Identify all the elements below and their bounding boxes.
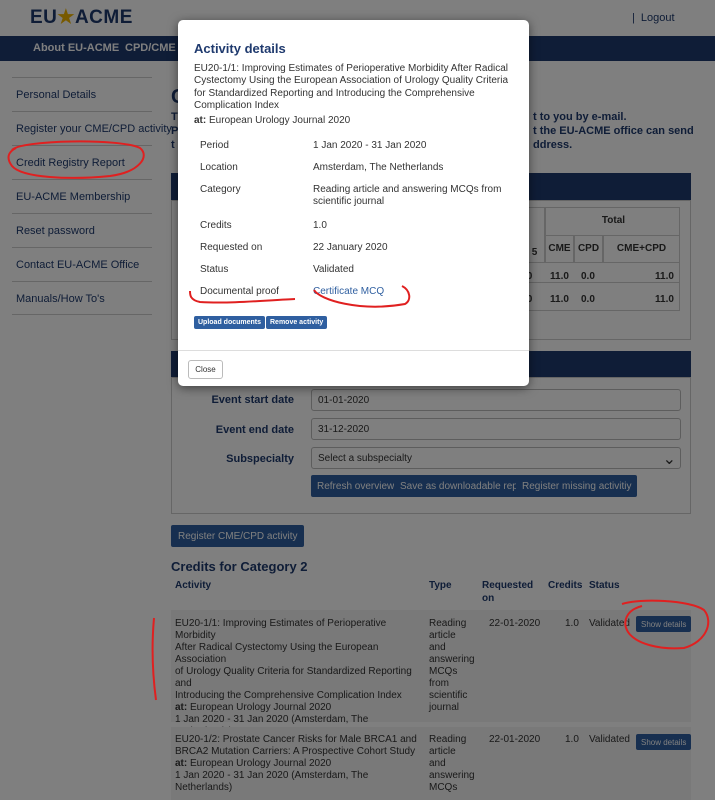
modal-title: Activity details: [194, 41, 286, 56]
activity-details-modal: Activity details EU20-1/1: Improving Est…: [178, 20, 529, 386]
period-value: 1 Jan 2020 - 31 Jan 2020: [313, 140, 427, 151]
description-line: Complication Index: [194, 100, 280, 112]
modal-description: EU20-1/1: Improving Estimates of Periope…: [194, 63, 514, 113]
certificate-mcq-link[interactable]: Certificate MCQ: [313, 286, 513, 298]
documental-proof-label: Documental proof: [200, 286, 279, 297]
location-value: Amsterdam, The Netherlands: [313, 162, 444, 173]
modal-footer-divider: [178, 350, 529, 351]
description-line: EU20-1/1: Improving Estimates of Periope…: [194, 63, 509, 74]
upload-documents-button[interactable]: Upload documents: [194, 316, 266, 329]
credits-value: 1.0: [313, 220, 327, 231]
requested-on-label: Requested on: [200, 242, 263, 253]
at-value: European Urology Journal 2020: [209, 115, 351, 126]
description-line: for Standardized Reporting and Introduci…: [194, 87, 475, 99]
requested-on-value: 22 January 2020: [313, 242, 388, 253]
location-label: Location: [200, 162, 238, 173]
description-line: Cystectomy Using the European Associatio…: [194, 75, 509, 87]
close-button[interactable]: Close: [188, 360, 223, 379]
credits-label: Credits: [200, 220, 232, 231]
modal-at-line: at: European Urology Journal 2020: [194, 115, 350, 126]
at-label: at:: [194, 115, 207, 126]
category-value: Reading article and answering MCQs from …: [313, 184, 513, 209]
status-value: Validated: [313, 264, 354, 275]
category-line: scientific journal: [313, 196, 385, 208]
category-label: Category: [200, 184, 241, 195]
period-label: Period: [200, 140, 229, 151]
status-label: Status: [200, 264, 229, 275]
remove-activity-button[interactable]: Remove activity: [266, 316, 328, 329]
category-line: Reading article and answering MCQs from: [313, 184, 502, 195]
